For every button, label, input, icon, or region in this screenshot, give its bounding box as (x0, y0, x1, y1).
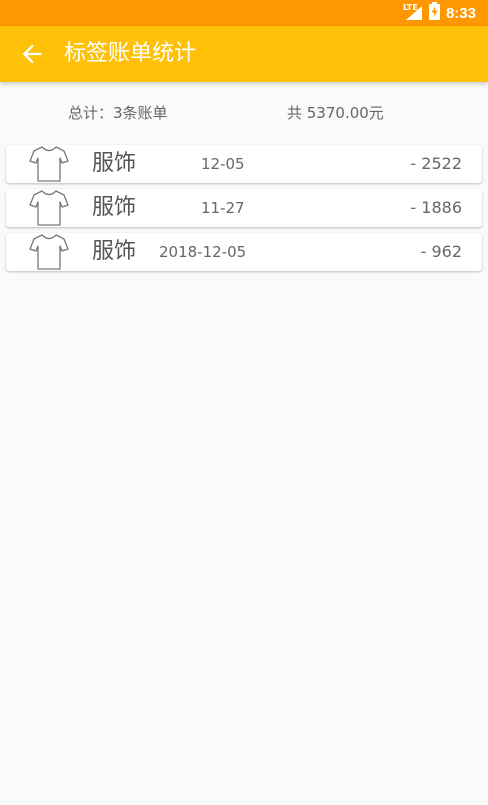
category-label: 服饰 (92, 239, 137, 264)
status-bar: LTE 8:33 (0, 0, 488, 26)
t-shirt-icon (28, 145, 70, 183)
record-amount: - 962 (420, 242, 462, 261)
arrow-left-icon (22, 44, 42, 64)
list-item[interactable]: 服饰 2018-12-05 - 962 (6, 233, 482, 271)
t-shirt-icon (28, 233, 70, 271)
bill-count: 总计：3条账单 (68, 104, 168, 122)
list-item[interactable]: 服饰 11-27 - 1886 (6, 189, 482, 227)
record-date: 2018-12-05 (159, 243, 247, 261)
battery-charging-icon (428, 2, 440, 24)
back-button[interactable] (18, 40, 46, 68)
app-bar: 标签账单统计 (0, 26, 488, 82)
page-title: 标签账单统计 (64, 41, 197, 66)
list-item[interactable]: 服饰 12-05 - 2522 (6, 145, 482, 183)
record-date: 11-27 (201, 199, 245, 217)
bill-list: 服饰 12-05 - 2522 服饰 11-27 - 1886 服饰 2018-… (6, 145, 482, 277)
record-amount: - 1886 (410, 198, 462, 217)
category-label: 服饰 (92, 195, 137, 220)
t-shirt-icon (28, 189, 70, 227)
category-label: 服饰 (92, 151, 137, 176)
lte-signal-icon: LTE (403, 3, 423, 21)
clock: 8:33 (445, 4, 476, 22)
summary-bar: 总计：3条账单 共 5370.00元 (0, 102, 488, 124)
record-date: 12-05 (201, 155, 245, 173)
record-amount: - 2522 (410, 154, 462, 173)
bill-total: 共 5370.00元 (287, 104, 384, 122)
